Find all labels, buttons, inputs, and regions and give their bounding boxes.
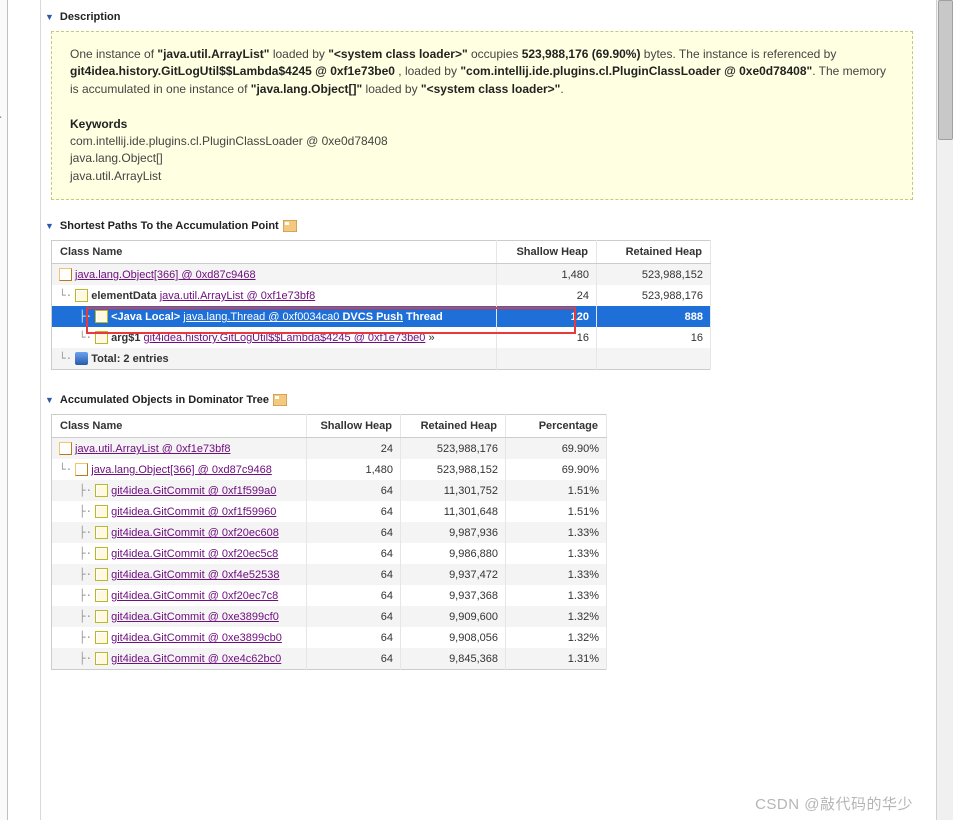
class-link[interactable]: git4idea.GitCommit @ 0xf1f59960 [111,506,276,518]
section-decorator-icon [273,394,287,406]
col-shallow-heap[interactable]: Shallow Heap [497,241,597,264]
section-title: Shortest Paths To the Accumulation Point [60,220,279,232]
table-row[interactable]: ├·git4idea.GitCommit @ 0xf1f599606411,30… [52,501,607,522]
instance-icon [95,568,108,581]
table-row[interactable]: ├·git4idea.GitCommit @ 0xf20ec7c8649,937… [52,585,607,606]
col-shallow-heap[interactable]: Shallow Heap [307,415,401,438]
collapse-icon[interactable]: ▼ [45,12,54,22]
sigma-icon [75,352,88,365]
col-class-name[interactable]: Class Name [52,415,307,438]
keyword-line: java.util.ArrayList [70,169,161,183]
class-link[interactable]: git4idea.GitCommit @ 0xf20ec7c8 [111,590,278,602]
watermark: CSDN @敲代码的华少 [755,793,913,814]
table-row[interactable]: java.lang.Object[366] @ 0xd87c9468 1,480… [52,264,711,286]
section-paths-header[interactable]: ▼ Shortest Paths To the Accumulation Poi… [45,220,913,232]
paths-table: Class Name Shallow Heap Retained Heap ja… [51,240,711,370]
class-link[interactable]: git4idea.GitCommit @ 0xf4e52538 [111,569,279,581]
section-description-header[interactable]: ▼ Description [45,11,913,23]
section-title: Description [60,11,121,23]
keyword-line: com.intellij.ide.plugins.cl.PluginClassL… [70,134,388,148]
collapse-icon[interactable]: ▼ [45,221,54,231]
class-link[interactable]: java.lang.Object[366] @ 0xd87c9468 [91,464,272,476]
class-link[interactable]: java.util.ArrayList @ 0xf1e73bf8 [75,443,230,455]
table-row[interactable]: ├·git4idea.GitCommit @ 0xf20ec608649,987… [52,522,607,543]
instance-icon [95,310,108,323]
class-link[interactable]: java.lang.Thread @ 0xf0034ca0 DVCS Push [183,311,403,323]
instance-icon [75,289,88,302]
class-link[interactable]: java.util.ArrayList @ 0xf1e73bf8 [160,290,315,302]
class-link[interactable]: git4idea.GitCommit @ 0xe3899cb0 [111,632,282,644]
table-row[interactable]: java.util.ArrayList @ 0xf1e73bf824523,98… [52,438,607,460]
description-box: One instance of "java.util.ArrayList" lo… [51,31,913,200]
class-link[interactable]: java.lang.Object[366] @ 0xd87c9468 [75,269,256,281]
col-retained-heap[interactable]: Retained Heap [597,241,711,264]
table-row-total: └·Total: 2 entries [52,348,711,370]
col-class-name[interactable]: Class Name [52,241,497,264]
table-row[interactable]: ├·git4idea.GitCommit @ 0xe3899cf0649,909… [52,606,607,627]
table-row[interactable]: ├·git4idea.GitCommit @ 0xf4e52538649,937… [52,564,607,585]
table-row[interactable]: ├·git4idea.GitCommit @ 0xe3899cb0649,908… [52,627,607,648]
section-decorator-icon [283,220,297,232]
class-link[interactable]: git4idea.GitCommit @ 0xf20ec608 [111,527,279,539]
section-title: Accumulated Objects in Dominator Tree [60,394,269,406]
col-percentage[interactable]: Percentage [506,415,607,438]
class-link[interactable]: git4idea.GitCommit @ 0xf20ec5c8 [111,548,278,560]
vertical-scrollbar[interactable] [936,0,953,820]
table-row[interactable]: └·java.lang.Object[366] @ 0xd87c94681,48… [52,459,607,480]
drag-handle-icon[interactable]: ▸ [0,110,2,123]
dominator-table: Class Name Shallow Heap Retained Heap Pe… [51,414,607,670]
instance-icon [95,652,108,665]
section-dominator-header[interactable]: ▼ Accumulated Objects in Dominator Tree [45,394,913,406]
instance-icon [95,526,108,539]
instance-icon [95,505,108,518]
instance-icon [95,610,108,623]
instance-icon [59,442,72,455]
left-gutter: ▸ [0,0,8,820]
table-row[interactable]: └·arg$1 git4idea.history.GitLogUtil$$Lam… [52,327,711,348]
keywords-label: Keywords [70,117,127,131]
instance-icon [75,463,88,476]
instance-icon [95,547,108,560]
class-link[interactable]: git4idea.GitCommit @ 0xe3899cf0 [111,611,279,623]
instance-icon [95,331,108,344]
class-link[interactable]: git4idea.GitCommit @ 0xf1f599a0 [111,485,276,497]
col-retained-heap[interactable]: Retained Heap [401,415,506,438]
table-row[interactable]: ├·git4idea.GitCommit @ 0xe4c62bc0649,845… [52,648,607,670]
scrollbar-thumb[interactable] [938,0,953,140]
collapse-icon[interactable]: ▼ [45,395,54,405]
instance-icon [95,631,108,644]
instance-icon [95,484,108,497]
object-array-icon [59,268,72,281]
table-row-selected[interactable]: ├·<Java Local> java.lang.Thread @ 0xf003… [52,306,711,327]
keyword-line: java.lang.Object[] [70,151,163,165]
table-row[interactable]: └·elementData java.util.ArrayList @ 0xf1… [52,285,711,306]
table-row[interactable]: ├·git4idea.GitCommit @ 0xf1f599a06411,30… [52,480,607,501]
class-link[interactable]: git4idea.history.GitLogUtil$$Lambda$4245… [144,332,426,344]
instance-icon [95,589,108,602]
class-link[interactable]: git4idea.GitCommit @ 0xe4c62bc0 [111,653,281,665]
table-row[interactable]: ├·git4idea.GitCommit @ 0xf20ec5c8649,986… [52,543,607,564]
